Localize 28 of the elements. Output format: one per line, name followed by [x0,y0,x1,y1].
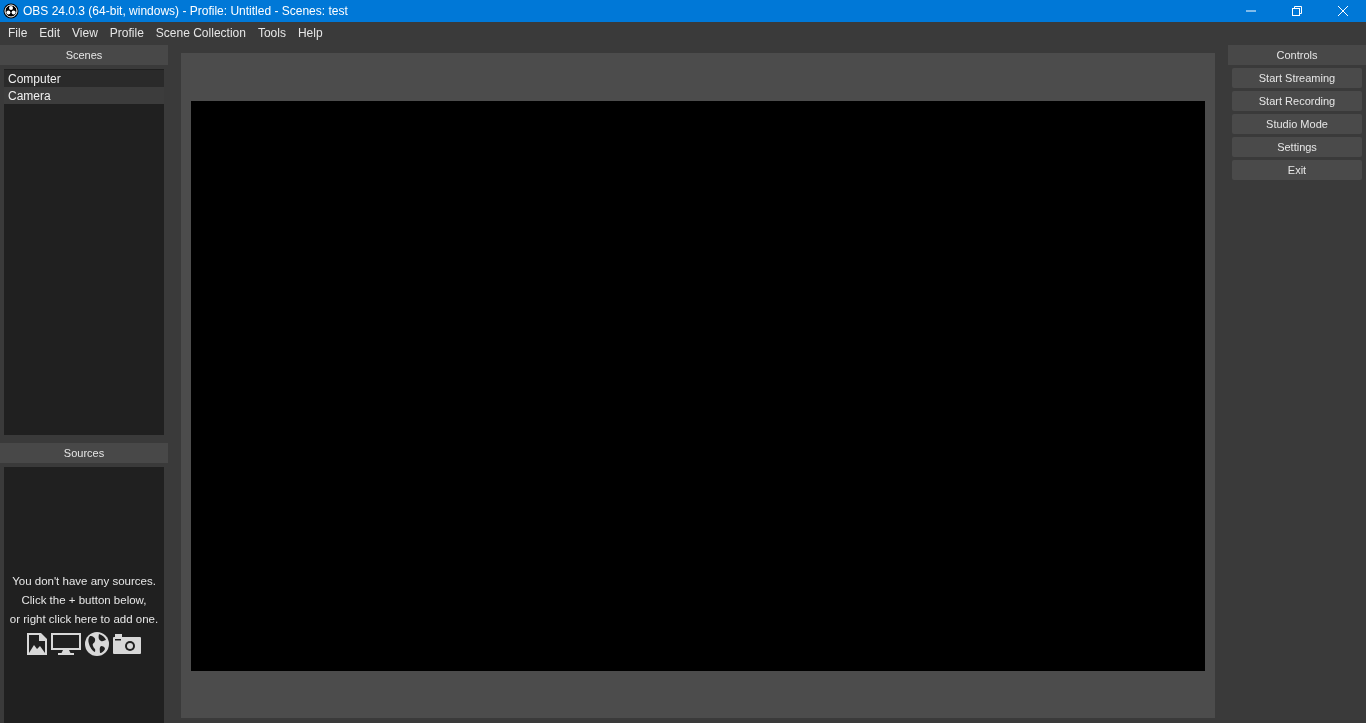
logo-icon [3,3,19,19]
menu-item[interactable]: View [66,26,104,40]
menu-item[interactable]: Help [291,26,329,40]
menu-item[interactable]: Edit [33,26,67,40]
window-title: OBS 24.0.3 (64-bit, windows) - Profile: Untitled - Scenes: test [23,4,349,18]
control-button[interactable]: Exit [1232,160,1362,180]
image-icon [26,631,48,656]
control-button[interactable]: Start Recording [1232,91,1362,111]
menu-item[interactable]: Profile [103,26,150,40]
empty-message: or right click here to add one. [9,611,159,627]
scene-item[interactable]: Computer [4,70,164,87]
close-icon [1338,6,1348,16]
empty-message: Click the + button below, [21,592,147,608]
panel-header: Sources [0,442,168,463]
control-button[interactable]: Studio Mode [1232,114,1362,134]
restore-icon [1292,6,1302,16]
camera-icon [112,632,142,655]
control-button[interactable]: Start Streaming [1232,68,1362,88]
empty-message: You don't have any sources. [12,573,156,589]
panel-header: Controls [1228,45,1366,65]
monitor-icon [50,631,82,656]
menu-item[interactable]: Scene Collection [149,26,252,40]
menu-item[interactable]: File [2,26,34,40]
control-button[interactable]: Settings [1232,137,1362,157]
globe-icon [84,630,110,657]
menu-item[interactable]: Tools [251,26,292,40]
panel-header: Scenes [0,45,168,65]
scene-item[interactable]: Camera [4,87,164,104]
